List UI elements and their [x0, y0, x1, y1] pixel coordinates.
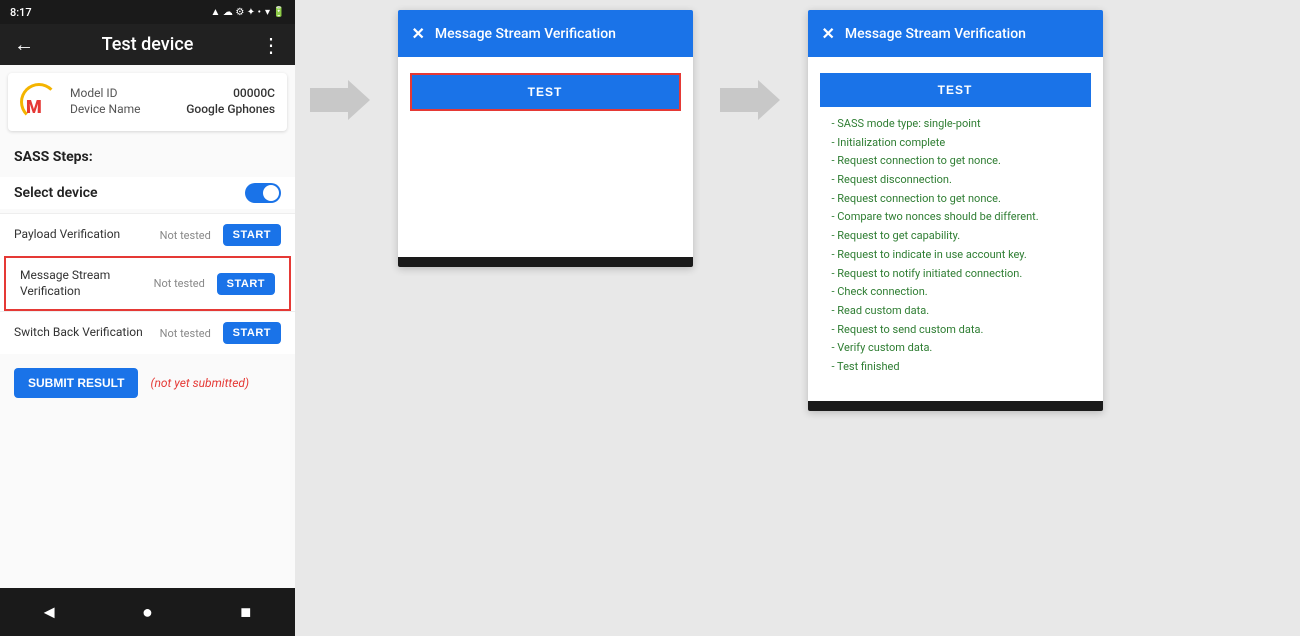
- dialog-1-close-icon[interactable]: ✕: [412, 24, 425, 43]
- arrow-2-icon: [720, 80, 780, 120]
- result-line-2: - Request connection to get nonce.: [832, 152, 1079, 171]
- dialog-2-wrapper: ✕ Message Stream Verification TEST - SAS…: [795, 0, 1115, 411]
- start-button-message-stream[interactable]: START: [217, 273, 275, 295]
- result-line-13: - Test finished: [832, 358, 1079, 377]
- dialog-1-body: TEST: [398, 57, 693, 257]
- phone-screen: 8:17 ▲ ☁ ⚙ ✦ • ▾ 🔋 ← Test device ⋮ M Mod…: [0, 0, 295, 636]
- status-icons: ▲ ☁ ⚙ ✦ • ▾ 🔋: [211, 7, 286, 18]
- not-submitted-label: (not yet submitted): [150, 376, 249, 390]
- step-name-message-stream: Message StreamVerification: [20, 268, 154, 299]
- recent-nav-button[interactable]: ■: [231, 597, 261, 627]
- device-name-label: Device Name: [70, 102, 141, 116]
- dialog-2-title: Message Stream Verification: [845, 26, 1026, 42]
- home-nav-button[interactable]: ●: [132, 597, 162, 627]
- step-row-payload: Payload Verification Not tested START: [0, 213, 295, 256]
- phone-bottom-bar: ◄ ● ■: [0, 588, 295, 636]
- dialog-1: ✕ Message Stream Verification TEST: [398, 10, 693, 267]
- status-bar: 8:17 ▲ ☁ ⚙ ✦ • ▾ 🔋: [0, 0, 295, 24]
- model-id-row: Model ID 00000C: [70, 86, 275, 100]
- result-line-10: - Read custom data.: [832, 302, 1079, 321]
- result-line-4: - Request connection to get nonce.: [832, 190, 1079, 209]
- step-list: Payload Verification Not tested START Me…: [0, 213, 295, 354]
- step-row-switch-back: Switch Back Verification Not tested STAR…: [0, 311, 295, 354]
- select-device-label: Select device: [14, 185, 98, 201]
- logo-m: M: [26, 99, 42, 117]
- status-icons-right: ▾ 🔋: [265, 7, 285, 18]
- step-status-message-stream: Not tested: [154, 277, 209, 290]
- toggle-knob: [263, 185, 279, 201]
- back-nav-button[interactable]: ◄: [34, 597, 64, 627]
- result-line-0: - SASS mode type: single-point: [832, 115, 1079, 134]
- status-icons-left: ▲ ☁ ⚙ ✦ •: [211, 7, 262, 18]
- dialog-2: ✕ Message Stream Verification TEST - SAS…: [808, 10, 1103, 411]
- dialog-2-results: - SASS mode type: single-point- Initiali…: [820, 107, 1091, 385]
- step-status-payload: Not tested: [160, 229, 215, 242]
- result-line-3: - Request disconnection.: [832, 171, 1079, 190]
- device-details: Model ID 00000C Device Name Google Gphon…: [70, 86, 275, 118]
- dialog-2-close-icon[interactable]: ✕: [822, 24, 835, 43]
- result-line-11: - Request to send custom data.: [832, 321, 1079, 340]
- dialog-2-test-button[interactable]: TEST: [820, 73, 1091, 107]
- result-line-6: - Request to get capability.: [832, 227, 1079, 246]
- select-device-row: Select device: [0, 177, 295, 209]
- step-row-message-stream: Message StreamVerification Not tested ST…: [4, 256, 291, 311]
- nav-bar: ← Test device ⋮: [0, 24, 295, 65]
- step-status-switch-back: Not tested: [160, 327, 215, 340]
- arrow-1-icon: [310, 80, 370, 120]
- step-name-switch-back: Switch Back Verification: [14, 325, 160, 341]
- result-line-1: - Initialization complete: [832, 134, 1079, 153]
- dialog-1-title: Message Stream Verification: [435, 26, 616, 42]
- device-logo: M: [20, 83, 58, 121]
- dialog-2-header: ✕ Message Stream Verification: [808, 10, 1103, 57]
- dialog-2-bottom-bar: [808, 401, 1103, 411]
- result-line-8: - Request to notify initiated connection…: [832, 265, 1079, 284]
- dialog-1-wrapper: ✕ Message Stream Verification TEST: [385, 0, 705, 267]
- sass-title: SASS Steps:: [14, 149, 281, 165]
- arrow-1-container: [295, 0, 385, 120]
- start-button-switch-back[interactable]: START: [223, 322, 281, 344]
- menu-button[interactable]: ⋮: [261, 33, 281, 57]
- phone-body: M Model ID 00000C Device Name Google Gph…: [0, 65, 295, 588]
- dialog-1-header: ✕ Message Stream Verification: [398, 10, 693, 57]
- nav-title: Test device: [102, 34, 194, 55]
- result-line-12: - Verify custom data.: [832, 339, 1079, 358]
- arrow-2-container: [705, 0, 795, 120]
- model-id-label: Model ID: [70, 86, 117, 100]
- dialog-2-body: TEST - SASS mode type: single-point- Ini…: [808, 57, 1103, 401]
- sass-section: SASS Steps:: [0, 139, 295, 177]
- device-info-card: M Model ID 00000C Device Name Google Gph…: [8, 73, 287, 131]
- submit-row: SUBMIT RESULT (not yet submitted): [0, 354, 295, 412]
- result-line-9: - Check connection.: [832, 283, 1079, 302]
- dialog-1-test-button[interactable]: TEST: [410, 73, 681, 111]
- device-name-row: Device Name Google Gphones: [70, 102, 275, 116]
- result-line-5: - Compare two nonces should be different…: [832, 208, 1079, 227]
- result-line-7: - Request to indicate in use account key…: [832, 246, 1079, 265]
- select-device-toggle[interactable]: [245, 183, 281, 203]
- submit-result-button[interactable]: SUBMIT RESULT: [14, 368, 138, 398]
- step-name-payload: Payload Verification: [14, 227, 160, 243]
- model-id-value: 00000C: [233, 86, 275, 100]
- start-button-payload[interactable]: START: [223, 224, 281, 246]
- back-button[interactable]: ←: [14, 32, 34, 57]
- dialog-1-bottom-bar: [398, 257, 693, 267]
- status-time: 8:17: [10, 6, 32, 19]
- device-name-value: Google Gphones: [186, 102, 275, 116]
